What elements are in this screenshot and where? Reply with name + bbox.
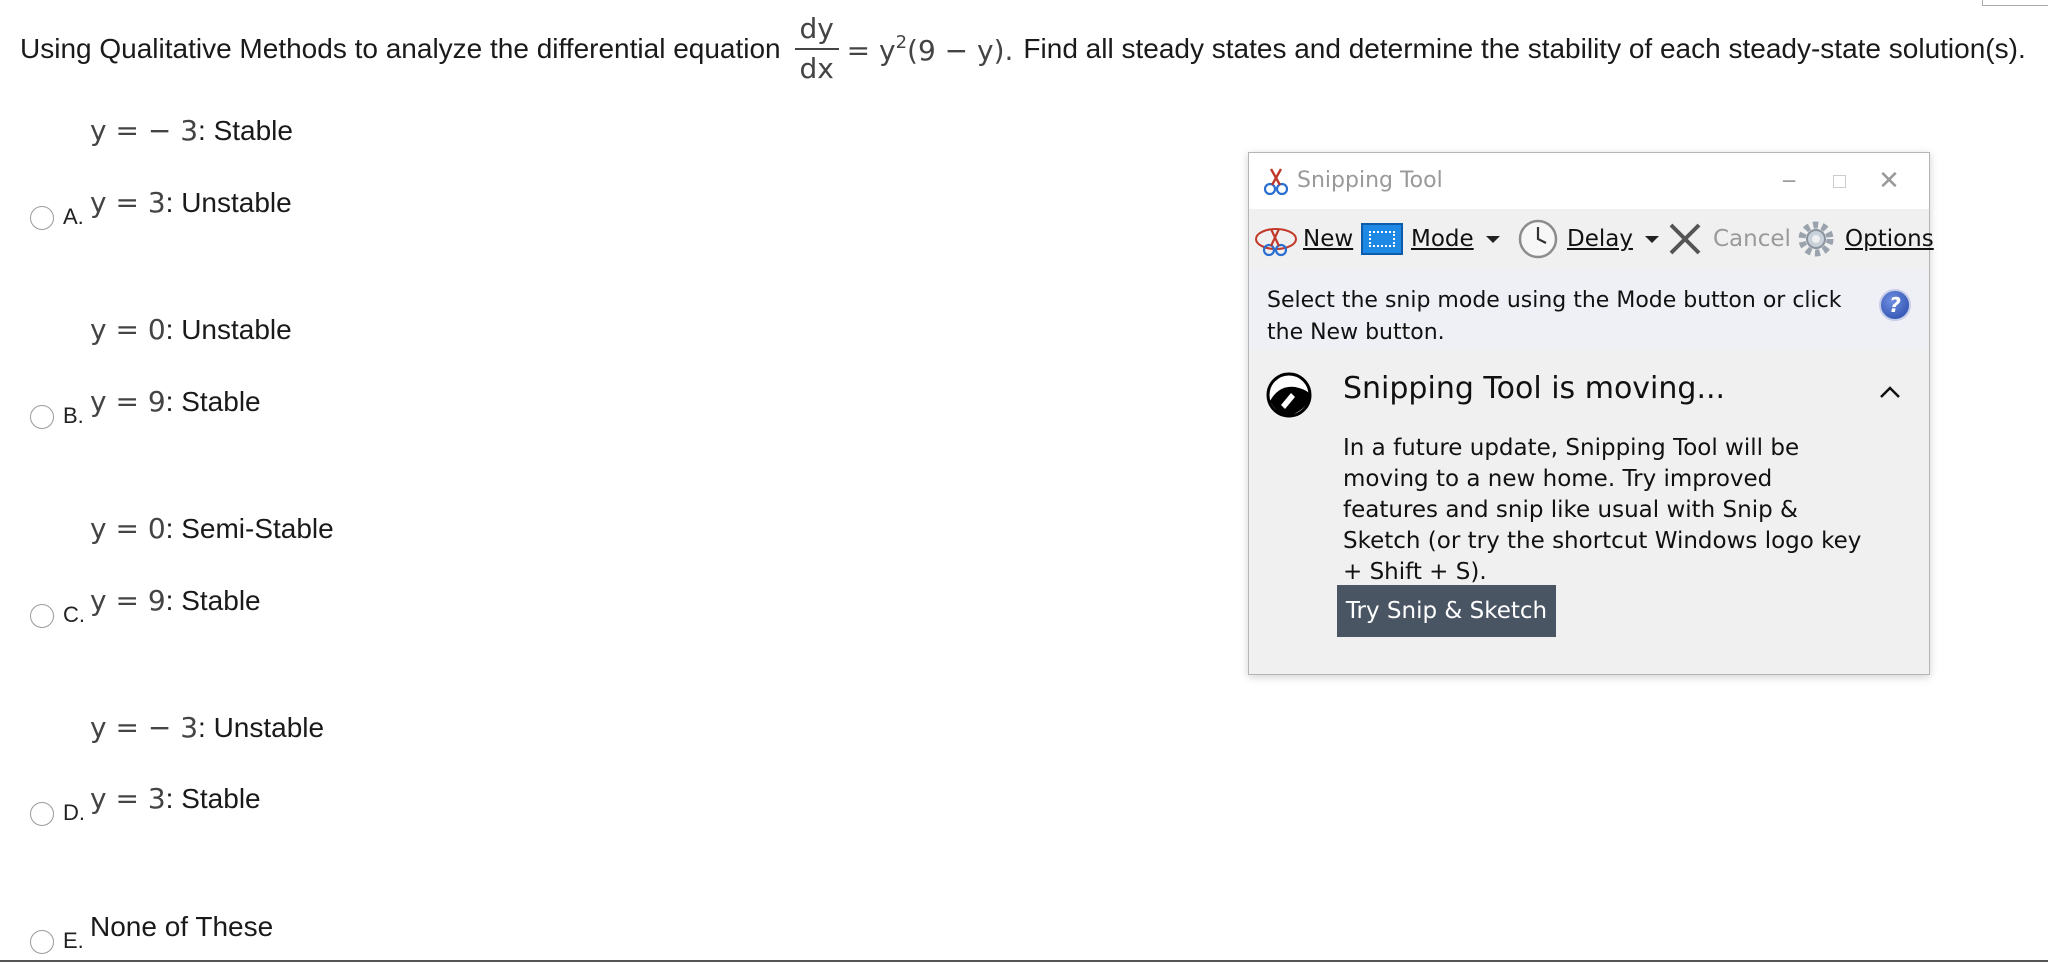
mode-label: Mode bbox=[1411, 226, 1474, 252]
option-b-line2-text: : Stable bbox=[165, 386, 261, 417]
option-a-line2-math: y = 3 bbox=[90, 186, 166, 219]
option-b-line1: y = 0: Unstable bbox=[90, 313, 292, 346]
delay-button[interactable]: Delay bbox=[1517, 209, 1659, 269]
fraction-numerator: dy bbox=[799, 12, 834, 45]
maximize-icon bbox=[1832, 174, 1846, 188]
snip-sketch-icon bbox=[1266, 372, 1312, 418]
snipping-tool-window[interactable]: Snipping Tool ─ ✕ New Mode Delay Cancel … bbox=[1248, 152, 1934, 675]
option-a-line1: y = − 3: Stable bbox=[90, 114, 293, 147]
title-bar[interactable]: Snipping Tool ─ ✕ bbox=[1249, 153, 1929, 209]
toolbar: New Mode Delay Cancel Options bbox=[1249, 209, 1934, 269]
corner-border bbox=[1982, 0, 2048, 6]
option-e-letter: E. bbox=[63, 928, 84, 953]
fraction-denominator: dx bbox=[799, 52, 834, 85]
rhs-exponent: 2 bbox=[895, 31, 908, 53]
window-title: Snipping Tool bbox=[1297, 168, 1443, 193]
new-button[interactable]: New bbox=[1253, 209, 1353, 269]
option-d-line2: y = 3: Stable bbox=[90, 782, 261, 815]
option-a-letter: A. bbox=[63, 204, 84, 229]
option-b-line1-math: y = 0 bbox=[90, 313, 166, 346]
option-d-line2-math: y = 3 bbox=[90, 782, 166, 815]
option-c-letter: C. bbox=[63, 602, 85, 627]
option-a-line1-math: y = − 3 bbox=[90, 114, 199, 147]
close-button[interactable]: ✕ bbox=[1869, 163, 1909, 199]
delay-dropdown-arrow-icon[interactable] bbox=[1644, 235, 1659, 243]
option-c-line2-text: : Stable bbox=[165, 585, 261, 616]
option-a-line1-text: : Stable bbox=[198, 115, 293, 146]
option-d-radio[interactable] bbox=[30, 802, 54, 826]
option-a-line2-text: : Unstable bbox=[165, 187, 292, 218]
info-bar: Select the snip mode using the Mode butt… bbox=[1249, 269, 1929, 349]
option-e-radio[interactable] bbox=[30, 930, 54, 954]
mode-dropdown-arrow-icon[interactable] bbox=[1485, 235, 1500, 243]
option-b-radio[interactable] bbox=[30, 405, 54, 429]
chevron-up-icon[interactable] bbox=[1877, 379, 1903, 405]
option-d-letter: D. bbox=[63, 800, 85, 825]
option-c-line1-text: : Semi-Stable bbox=[165, 513, 334, 544]
minimize-icon: ─ bbox=[1782, 169, 1796, 193]
option-b-line2-math: y = 9 bbox=[90, 385, 166, 418]
close-icon: ✕ bbox=[1878, 166, 1900, 196]
option-a-radio[interactable] bbox=[30, 206, 54, 230]
option-c-line2: y = 9: Stable bbox=[90, 584, 261, 617]
cancel-label: Cancel bbox=[1713, 226, 1791, 252]
options-label: Options bbox=[1845, 226, 1934, 252]
new-label: New bbox=[1303, 226, 1354, 252]
option-b-letter: B. bbox=[63, 403, 84, 428]
try-snip-sketch-button[interactable]: Try Snip & Sketch bbox=[1337, 585, 1556, 637]
question-prefix: Using Qualitative Methods to analyze the… bbox=[20, 33, 781, 64]
option-c-line2-math: y = 9 bbox=[90, 584, 166, 617]
moving-body: In a future update, Snipping Tool will b… bbox=[1343, 435, 1862, 585]
options-button[interactable]: Options bbox=[1795, 209, 1934, 269]
question-text: Using Qualitative Methods to analyze the… bbox=[20, 12, 2048, 85]
delay-label: Delay bbox=[1567, 226, 1633, 252]
option-c-radio[interactable] bbox=[30, 604, 54, 628]
option-d-line1: y = − 3: Unstable bbox=[90, 711, 324, 744]
option-d-line1-math: y = − 3 bbox=[90, 711, 199, 744]
moving-title: Snipping Tool is moving... bbox=[1343, 371, 1726, 406]
option-c-line1: y = 0: Semi-Stable bbox=[90, 512, 334, 545]
info-message: Select the snip mode using the Mode butt… bbox=[1267, 288, 1842, 345]
help-icon[interactable]: ? bbox=[1879, 289, 1911, 321]
option-b-line1-text: : Unstable bbox=[165, 314, 292, 345]
cancel-x-icon bbox=[1669, 223, 1701, 255]
option-e-text: None of These bbox=[90, 911, 274, 942]
bottom-border bbox=[0, 960, 2048, 962]
cancel-button[interactable]: Cancel bbox=[1667, 209, 1791, 269]
option-a-line2: y = 3: Unstable bbox=[90, 186, 292, 219]
question-suffix: Find all steady states and determine the… bbox=[1023, 33, 2026, 64]
clock-icon bbox=[1518, 219, 1558, 259]
option-b-line2: y = 9: Stable bbox=[90, 385, 261, 418]
maximize-button[interactable] bbox=[1819, 163, 1859, 199]
mode-rectangle-icon bbox=[1361, 223, 1403, 255]
option-d-line1-text: : Unstable bbox=[198, 712, 325, 743]
option-d-line2-text: : Stable bbox=[165, 783, 261, 814]
minimize-button[interactable]: ─ bbox=[1769, 163, 1809, 199]
gear-icon bbox=[1798, 221, 1834, 257]
scissors-icon bbox=[1263, 168, 1289, 196]
scissors-icon bbox=[1255, 228, 1297, 257]
derivative-fraction: dy dx bbox=[794, 12, 839, 85]
equation-rhs: = y2(9 − y). bbox=[847, 32, 1014, 67]
mode-button[interactable]: Mode bbox=[1361, 209, 1500, 269]
option-c-line1-math: y = 0 bbox=[90, 512, 166, 545]
rhs-rest: (9 − y). bbox=[907, 33, 1014, 67]
rhs-eq: = y bbox=[846, 33, 896, 67]
moving-notice-panel: Snipping Tool is moving... In a future u… bbox=[1249, 349, 1929, 674]
